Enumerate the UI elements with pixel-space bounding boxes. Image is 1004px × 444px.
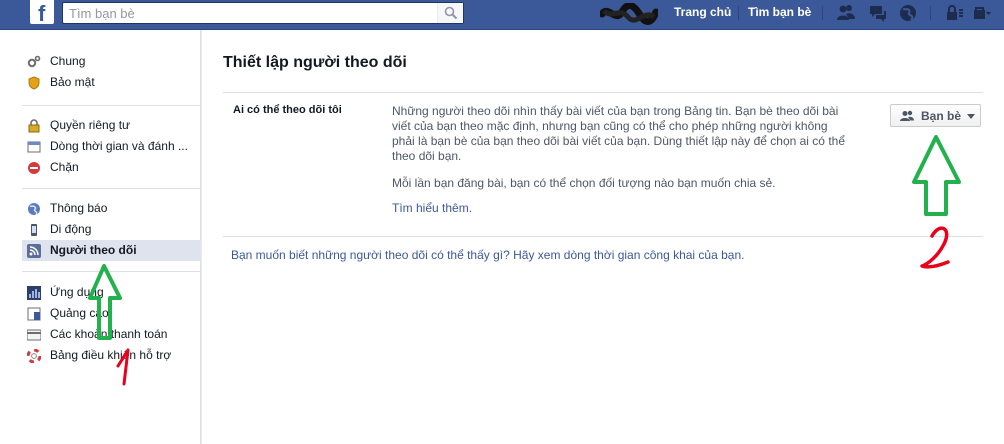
timeline-icon xyxy=(27,141,41,153)
ads-icon xyxy=(27,307,41,321)
sidebar-item-label: Quyền riêng tư xyxy=(50,118,131,132)
messages-icon[interactable] xyxy=(868,3,888,23)
sidebar-item-privacy[interactable]: Quyền riêng tư xyxy=(22,115,201,136)
sidebar-group-notifications: Thông báo Di động Người theo dõi xyxy=(22,198,201,261)
search-box xyxy=(62,2,464,24)
main-content: Thiết lập người theo dõi Ai có thể theo … xyxy=(202,30,1004,444)
sidebar-item-support-dashboard[interactable]: Bảng điều khiển hỗ trợ xyxy=(22,345,201,366)
sidebar-item-general[interactable]: Chung xyxy=(22,51,201,72)
sidebar-item-label: Người theo dõi xyxy=(50,243,137,257)
profile-avatar-scribble[interactable] xyxy=(600,3,658,25)
facebook-logo[interactable]: f xyxy=(30,0,54,26)
block-icon xyxy=(28,162,40,174)
nav-separator xyxy=(822,6,823,20)
sidebar-divider xyxy=(22,188,201,189)
friend-requests-icon[interactable] xyxy=(836,3,856,23)
nav-separator xyxy=(738,6,739,20)
audience-selector-label: Bạn bè xyxy=(921,109,962,123)
sidebar-item-label: Chung xyxy=(50,54,86,68)
privacy-lock-icon[interactable] xyxy=(944,3,964,23)
sidebar-group-privacy: Quyền riêng tư Dòng thời gian và đánh ..… xyxy=(22,115,201,178)
rss-icon xyxy=(27,244,41,258)
sidebar-item-label: Quảng cáo xyxy=(50,306,109,320)
sidebar-item-label: Thông báo xyxy=(50,201,108,215)
learn-more-link[interactable]: Tìm hiểu thêm. xyxy=(392,201,472,215)
sidebar-item-label: Ứng dụng xyxy=(50,285,104,299)
sidebar-item-followers[interactable]: Người theo dõi xyxy=(22,240,201,261)
sidebar-item-label: Chặn xyxy=(50,160,79,174)
nav-separator xyxy=(930,6,931,20)
notifications-globe-icon[interactable] xyxy=(898,3,918,23)
search-icon xyxy=(444,6,458,20)
page-title: Thiết lập người theo dõi xyxy=(223,54,407,71)
sidebar-item-mobile[interactable]: Di động xyxy=(22,219,201,240)
sidebar-item-blocking[interactable]: Chặn xyxy=(22,157,201,178)
lifebuoy-icon xyxy=(27,349,41,363)
sidebar-item-label: Di động xyxy=(50,222,92,236)
caret-down-icon xyxy=(967,114,975,119)
audience-selector-button[interactable]: Bạn bè xyxy=(890,104,981,127)
friends-icon xyxy=(900,110,914,121)
credit-card-icon xyxy=(27,329,41,341)
mobile-icon xyxy=(31,224,37,236)
sidebar-divider xyxy=(22,271,201,272)
nav-home-link[interactable]: Trang chủ xyxy=(674,0,731,30)
setting-label: Ai có thể theo dõi tôi xyxy=(233,104,342,116)
sidebar-divider xyxy=(22,105,201,106)
sidebar-item-security[interactable]: Bảo mật xyxy=(22,72,201,93)
setting-description-secondary: Mỗi lần bạn đăng bài, bạn có thể chọn đố… xyxy=(392,176,776,190)
shield-icon xyxy=(28,76,40,90)
title-divider xyxy=(223,92,983,93)
view-public-timeline-link[interactable]: Bạn muốn biết những người theo dõi có th… xyxy=(231,248,744,262)
lock-icon xyxy=(28,119,40,133)
sidebar-group-account: Chung Bảo mật xyxy=(22,51,201,93)
account-menu-icon[interactable] xyxy=(972,3,992,23)
setting-description: Những người theo dõi nhìn thấy bài viết … xyxy=(392,104,845,163)
sidebar-item-label: Dòng thời gian và đánh ... xyxy=(50,139,188,153)
sidebar-item-apps[interactable]: Ứng dụng xyxy=(22,282,201,303)
facebook-logo-letter: f xyxy=(38,1,46,26)
sidebar-item-notifications[interactable]: Thông báo xyxy=(22,198,201,219)
sidebar-item-label: Bảng điều khiển hỗ trợ xyxy=(50,348,172,362)
apps-icon xyxy=(27,286,41,300)
search-input[interactable] xyxy=(69,4,429,22)
sidebar-item-timeline[interactable]: Dòng thời gian và đánh ... xyxy=(22,136,201,157)
settings-sidebar: Chung Bảo mật Quyền riêng tư Dòng thời g… xyxy=(0,30,201,444)
top-bar: f Trang chủ Tìm bạn bè xyxy=(0,0,1004,30)
sidebar-item-payments[interactable]: Các khoản thanh toán xyxy=(22,324,201,345)
sidebar-item-label: Các khoản thanh toán xyxy=(50,327,168,341)
search-button[interactable] xyxy=(437,3,463,23)
gears-icon xyxy=(27,55,41,68)
row-divider xyxy=(223,236,983,237)
nav-find-friends-link[interactable]: Tìm bạn bè xyxy=(748,0,811,30)
sidebar-item-ads[interactable]: Quảng cáo xyxy=(22,303,201,324)
sidebar-item-label: Bảo mật xyxy=(50,75,95,89)
sidebar-group-apps: Ứng dụng Quảng cáo Các khoản thanh toán … xyxy=(22,282,201,366)
globe-icon xyxy=(28,203,40,216)
